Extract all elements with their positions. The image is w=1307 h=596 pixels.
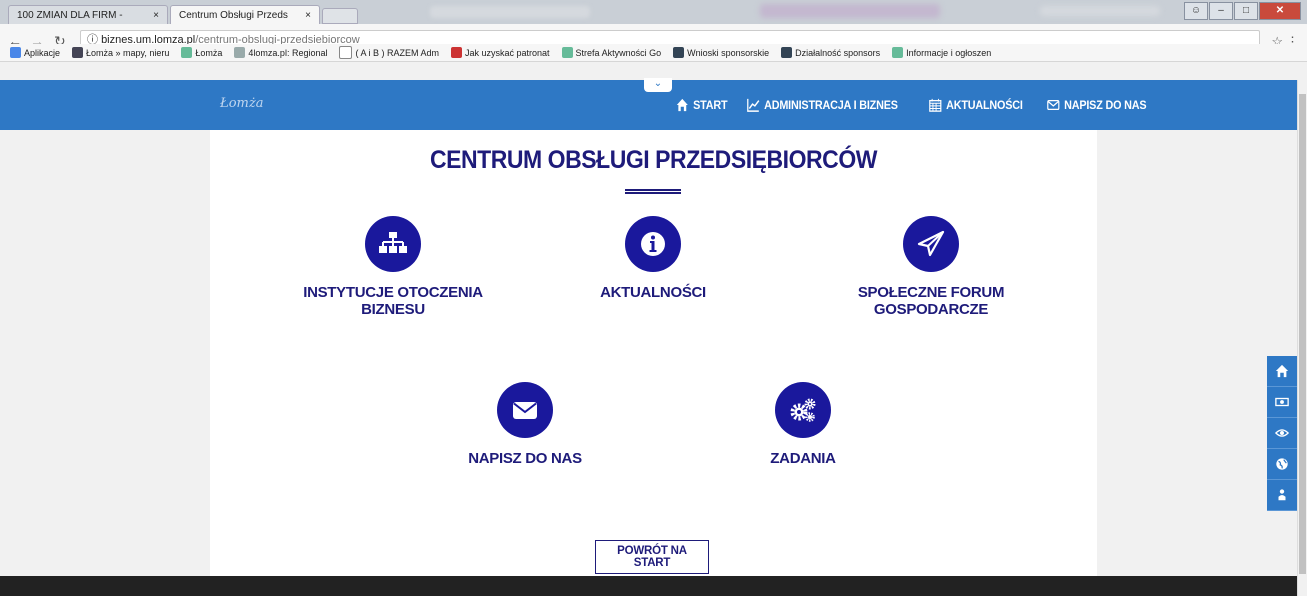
favicon-icon	[451, 47, 462, 58]
side-toolbar	[1267, 356, 1297, 511]
bookmark-item[interactable]: Strefa Aktywności Go	[561, 47, 661, 58]
info-icon	[641, 232, 665, 256]
new-tab-button[interactable]	[322, 8, 358, 24]
side-sitemap-button[interactable]	[1267, 480, 1297, 511]
feature-aktualnosci[interactable]: AKTUALNOŚCI	[538, 216, 768, 301]
feature-icon-circle[interactable]	[497, 382, 553, 438]
side-home-button[interactable]	[1267, 356, 1297, 387]
favicon-icon	[561, 47, 573, 58]
favicon-icon	[181, 47, 193, 58]
envelope-icon	[513, 402, 537, 419]
favicon-icon	[892, 47, 904, 58]
side-eye-button[interactable]	[1267, 418, 1297, 449]
feature-label[interactable]: ZADANIA	[688, 450, 918, 467]
envelope-icon	[1046, 99, 1060, 111]
feature-icon-circle[interactable]	[775, 382, 831, 438]
feature-label[interactable]: INSTYTUCJE OTOCZENIA BIZNESU	[278, 284, 508, 318]
main-content: CENTRUM OBSŁUGI PRZEDSIĘBIORCÓW INSTYTUC…	[210, 130, 1097, 576]
feature-label[interactable]: NAPISZ DO NAS	[410, 450, 640, 467]
money-icon	[1275, 397, 1289, 407]
paper-plane-icon	[917, 230, 945, 257]
feature-label[interactable]: AKTUALNOŚCI	[538, 284, 768, 301]
blurred-area	[760, 4, 940, 18]
close-window-icon[interactable]: ✕	[1259, 2, 1301, 20]
feature-zadania[interactable]: ZADANIA	[688, 382, 918, 467]
bookmarks-bar: Aplikacje Łomża » mapy, nieru Łomża 4lom…	[0, 44, 1307, 62]
tab-title: Centrum Obsługi Przeds	[179, 9, 288, 21]
bookmark-item[interactable]: Wnioski sponsorskie	[673, 47, 769, 58]
minimize-icon[interactable]: –	[1209, 2, 1233, 20]
user-icon[interactable]: ☺	[1184, 2, 1208, 20]
chevron-down-icon[interactable]: ⌄	[644, 78, 672, 92]
scrollbar-thumb[interactable]	[1299, 94, 1306, 574]
calendar-icon	[928, 98, 942, 112]
title-divider	[625, 192, 681, 194]
bookmark-item[interactable]: Łomża	[181, 47, 222, 58]
gears-icon	[790, 398, 816, 422]
feature-icon-circle[interactable]	[365, 216, 421, 272]
tab-title: 100 ZMIAN DLA FIRM -	[17, 9, 123, 21]
chart-line-icon	[747, 98, 760, 112]
page-footer	[0, 576, 1307, 596]
home-icon	[676, 98, 688, 112]
window-controls: ☺ – □ ✕	[1184, 2, 1301, 20]
title-divider	[625, 189, 681, 191]
favicon-icon	[234, 47, 246, 58]
page-icon	[339, 46, 353, 59]
browser-tab-active[interactable]: Centrum Obsługi Przeds ×	[170, 5, 320, 24]
side-money-button[interactable]	[1267, 387, 1297, 418]
sitemap-icon	[1278, 489, 1286, 501]
sitemap-icon	[379, 232, 407, 253]
bookmark-item[interactable]: Działalność sponsors	[781, 47, 880, 58]
bookmark-item[interactable]: Jak uzyskać patronat	[451, 47, 550, 58]
blurred-area	[430, 6, 590, 18]
feature-spoleczne-forum-gospodarcze[interactable]: SPOŁECZNE FORUM GOSPODARCZE	[816, 216, 1046, 318]
bookmark-item[interactable]: Informacje i ogłoszen	[892, 47, 991, 58]
side-globe-button[interactable]	[1267, 449, 1297, 480]
maximize-icon[interactable]: □	[1234, 2, 1258, 20]
eye-icon	[1275, 429, 1289, 437]
site-logo[interactable]: Łomża	[220, 96, 263, 111]
feature-napisz-do-nas[interactable]: NAPISZ DO NAS	[410, 382, 640, 467]
browser-tab-inactive[interactable]: 100 ZMIAN DLA FIRM - ×	[8, 5, 168, 24]
nav-administracja-i-biznes[interactable]: ADMINISTRACJA I BIZNES	[747, 98, 898, 112]
page-title: CENTRUM OBSŁUGI PRZEDSIĘBIORCÓW	[429, 146, 878, 174]
blurred-area	[1040, 6, 1160, 16]
page-scrollbar[interactable]	[1297, 80, 1307, 596]
nav-napisz-do-nas[interactable]: NAPISZ DO NAS	[1046, 98, 1146, 112]
favicon-icon	[673, 47, 685, 58]
globe-icon	[1276, 458, 1288, 470]
favicon-icon	[72, 47, 84, 58]
feature-icon-circle[interactable]	[625, 216, 681, 272]
main-nav: START ADMINISTRACJA I BIZNES AKTUALNOŚCI…	[676, 98, 1157, 112]
feature-instytucje-otoczenia-biznesu[interactable]: INSTYTUCJE OTOCZENIA BIZNESU	[278, 216, 508, 318]
bookmark-item[interactable]: Aplikacje	[10, 47, 60, 58]
tab-close-icon[interactable]: ×	[153, 10, 159, 21]
site-header: Łomża ⌄ START ADMINISTRACJA I BIZNES AKT…	[0, 78, 1307, 130]
apps-grid-icon	[10, 47, 21, 58]
logo-text: Łomża	[220, 96, 264, 111]
feature-icon-circle[interactable]	[903, 216, 959, 272]
feature-label[interactable]: SPOŁECZNE FORUM GOSPODARCZE	[816, 284, 1046, 318]
home-icon	[1275, 364, 1289, 378]
browser-tab-strip: 100 ZMIAN DLA FIRM - × Centrum Obsługi P…	[0, 0, 1307, 24]
nav-start[interactable]: START	[676, 98, 728, 112]
bookmark-item[interactable]: 4lomza.pl: Regional	[234, 47, 327, 58]
nav-aktualnosci[interactable]: AKTUALNOŚCI	[928, 98, 1023, 112]
bookmark-item[interactable]: Łomża » mapy, nieru	[72, 47, 169, 58]
favicon-icon	[781, 47, 793, 58]
tab-close-icon[interactable]: ×	[305, 10, 311, 21]
bookmark-item[interactable]: ( A i B ) RAZEM Adm	[339, 46, 439, 59]
back-to-start-button[interactable]: POWRÓT NA START	[595, 540, 709, 574]
